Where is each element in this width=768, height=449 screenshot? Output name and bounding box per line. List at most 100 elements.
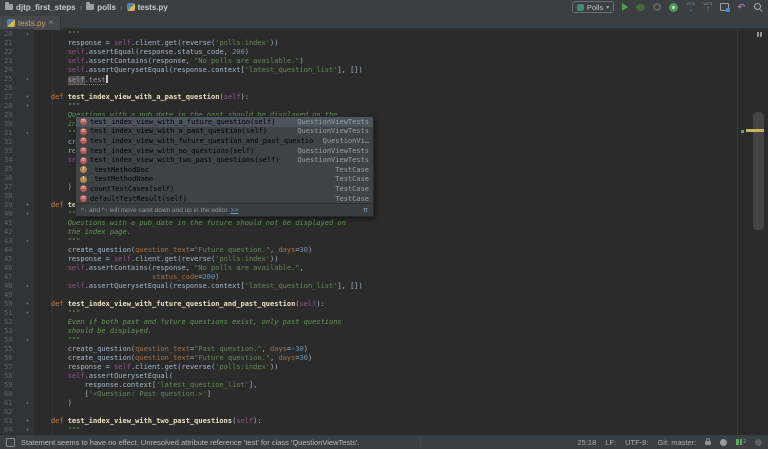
code-text[interactable]: """ xyxy=(34,426,768,434)
debug-button[interactable] xyxy=(636,1,646,11)
code-line-27[interactable]: 27 ▾ def test_index_view_with_a_past_ques… xyxy=(0,93,768,102)
code-text[interactable]: def test_index_view_with_a_past_question… xyxy=(34,93,768,102)
code-line-48[interactable]: 48 ▴ self.assertQuerysetEqual(response.co… xyxy=(0,282,768,291)
fold-marker-icon[interactable]: ▾ xyxy=(21,210,34,219)
fold-marker-icon[interactable]: ▾ xyxy=(21,417,34,426)
line-number[interactable]: 21 xyxy=(0,39,21,48)
code-text[interactable]: self.assertContains(response, "No polls … xyxy=(34,57,768,66)
git-branch-widget[interactable]: Git: master: xyxy=(657,438,696,447)
code-line-55[interactable]: 55 create_question(question_text="Past q… xyxy=(0,345,768,354)
breadcrumb-item-polls[interactable]: polls xyxy=(86,2,116,12)
code-editor[interactable]: 20 ▴ """ 21 response = self.client.get(rev… xyxy=(0,29,768,434)
code-text[interactable]: self.assertQuerysetEqual(response.contex… xyxy=(34,66,768,75)
code-text[interactable] xyxy=(34,84,768,93)
line-number[interactable]: 30 xyxy=(0,120,21,129)
code-text[interactable]: self.assertContains(response, "No polls … xyxy=(34,264,768,273)
completion-item[interactable]: f _testMethodName TestCase xyxy=(76,175,373,185)
line-number[interactable]: 31 xyxy=(0,129,21,138)
fold-marker-icon[interactable]: ▴ xyxy=(21,30,34,39)
code-line-51[interactable]: 51 ▾ """ xyxy=(0,309,768,318)
code-line-24[interactable]: 24 self.assertQuerysetEqual(response.con… xyxy=(0,66,768,75)
line-number[interactable]: 22 xyxy=(0,48,21,57)
code-line-23[interactable]: 23 self.assertContains(response, "No pol… xyxy=(0,57,768,66)
line-number[interactable]: 25 xyxy=(0,75,21,84)
code-text[interactable]: status_code=200) xyxy=(34,273,768,282)
code-line-21[interactable]: 21 response = self.client.get(reverse('p… xyxy=(0,39,768,48)
line-number[interactable]: 52 xyxy=(0,318,21,327)
vcs-commit-button[interactable]: VCS ↑ xyxy=(703,2,712,13)
completion-more-link[interactable]: >> xyxy=(231,207,239,214)
line-number[interactable]: 46 xyxy=(0,264,21,273)
vcs-update-button[interactable]: VCS ↓ xyxy=(686,2,695,13)
line-number[interactable]: 23 xyxy=(0,57,21,66)
fold-marker-icon[interactable]: ▴ xyxy=(21,282,34,291)
fold-marker-icon[interactable]: ▴ xyxy=(21,237,34,246)
line-number[interactable]: 32 xyxy=(0,138,21,147)
code-line-54[interactable]: 54 ▴ """ xyxy=(0,336,768,345)
line-number[interactable]: 38 xyxy=(0,192,21,201)
inspection-status-icon[interactable] xyxy=(757,32,762,37)
line-number[interactable]: 43 xyxy=(0,237,21,246)
line-number[interactable]: 57 xyxy=(0,363,21,372)
memory-indicator[interactable]: 2 xyxy=(736,439,746,445)
line-number[interactable]: 36 xyxy=(0,174,21,183)
fold-marker-icon[interactable]: ▾ xyxy=(21,426,34,434)
code-text[interactable]: response = self.client.get(reverse('poll… xyxy=(34,363,768,372)
line-number[interactable]: 47 xyxy=(0,273,21,282)
line-number[interactable]: 59 xyxy=(0,381,21,390)
fold-marker-icon[interactable]: ▾ xyxy=(21,300,34,309)
line-number[interactable]: 49 xyxy=(0,291,21,300)
completion-item[interactable]: m test_index_view_with_no_questions(self)… xyxy=(76,146,373,156)
code-text[interactable]: the index page. xyxy=(34,228,768,237)
code-text[interactable]: def test_index_view_with_future_question… xyxy=(34,300,768,309)
popup-resize-grip[interactable]: π xyxy=(363,207,368,214)
tab-tests-py[interactable]: tests.py × xyxy=(0,16,62,30)
code-line-58[interactable]: 58 self.assertQuerysetEqual( xyxy=(0,372,768,381)
line-number[interactable]: 55 xyxy=(0,345,21,354)
code-text[interactable]: Even if both past and future questions e… xyxy=(34,318,768,327)
line-number[interactable]: 33 xyxy=(0,147,21,156)
code-text[interactable]: """ xyxy=(34,237,768,246)
hector-inspector-icon[interactable] xyxy=(720,438,728,446)
line-number[interactable]: 40 xyxy=(0,210,21,219)
code-line-41[interactable]: 41 Questions with a pub_date in the futu… xyxy=(0,219,768,228)
fold-marker-icon[interactable]: ▴ xyxy=(21,75,34,84)
code-line-53[interactable]: 53 should be displayed. xyxy=(0,327,768,336)
code-text[interactable]: self.assertEqual(response.status_code, 2… xyxy=(34,48,768,57)
code-line-43[interactable]: 43 ▴ """ xyxy=(0,237,768,246)
code-line-25[interactable]: 25 ▴ self.test xyxy=(0,75,768,85)
completion-item[interactable]: m test_index_view_with_two_past_questions… xyxy=(76,155,373,165)
encoding-widget[interactable]: UTF-8: xyxy=(625,438,648,447)
stripe-marker[interactable] xyxy=(741,130,744,133)
code-line-44[interactable]: 44 create_question(question_text="Future… xyxy=(0,246,768,255)
code-line-64[interactable]: 64 ▾ """ xyxy=(0,426,768,434)
toolwindow-switcher-icon[interactable] xyxy=(6,437,15,447)
code-line-52[interactable]: 52 Even if both past and future question… xyxy=(0,318,768,327)
run-button[interactable] xyxy=(622,3,629,11)
code-line-45[interactable]: 45 response = self.client.get(reverse('p… xyxy=(0,255,768,264)
code-text[interactable]: self.assertQuerysetEqual( xyxy=(34,372,768,381)
fold-marker-icon[interactable]: ▴ xyxy=(21,129,34,138)
code-line-20[interactable]: 20 ▴ """ xyxy=(0,30,768,39)
code-text[interactable]: """ xyxy=(34,102,768,111)
line-number[interactable]: 45 xyxy=(0,255,21,264)
code-line-22[interactable]: 22 self.assertEqual(response.status_code… xyxy=(0,48,768,57)
lock-icon[interactable] xyxy=(705,438,712,445)
code-text[interactable]: """ xyxy=(34,336,768,345)
code-text[interactable]: Questions with a pub_date in the future … xyxy=(34,219,768,228)
code-line-60[interactable]: 60 ['<Question: Past question.>'] xyxy=(0,390,768,399)
code-line-56[interactable]: 56 create_question(question_text="Future… xyxy=(0,354,768,363)
code-text[interactable]: create_question(question_text="Future qu… xyxy=(34,246,768,255)
completion-item[interactable]: f _testMethodDoc TestCase xyxy=(76,165,373,175)
line-number[interactable]: 26 xyxy=(0,84,21,93)
code-line-49[interactable]: 49 xyxy=(0,291,768,300)
code-line-62[interactable]: 62 xyxy=(0,408,768,417)
search-everywhere-button[interactable] xyxy=(753,2,763,12)
code-text[interactable] xyxy=(34,408,768,417)
line-number[interactable]: 62 xyxy=(0,408,21,417)
code-text[interactable]: should be displayed. xyxy=(34,327,768,336)
line-number[interactable]: 37 xyxy=(0,183,21,192)
line-number[interactable]: 29 xyxy=(0,111,21,120)
line-number[interactable]: 24 xyxy=(0,66,21,75)
fold-marker-icon[interactable]: ▴ xyxy=(21,336,34,345)
